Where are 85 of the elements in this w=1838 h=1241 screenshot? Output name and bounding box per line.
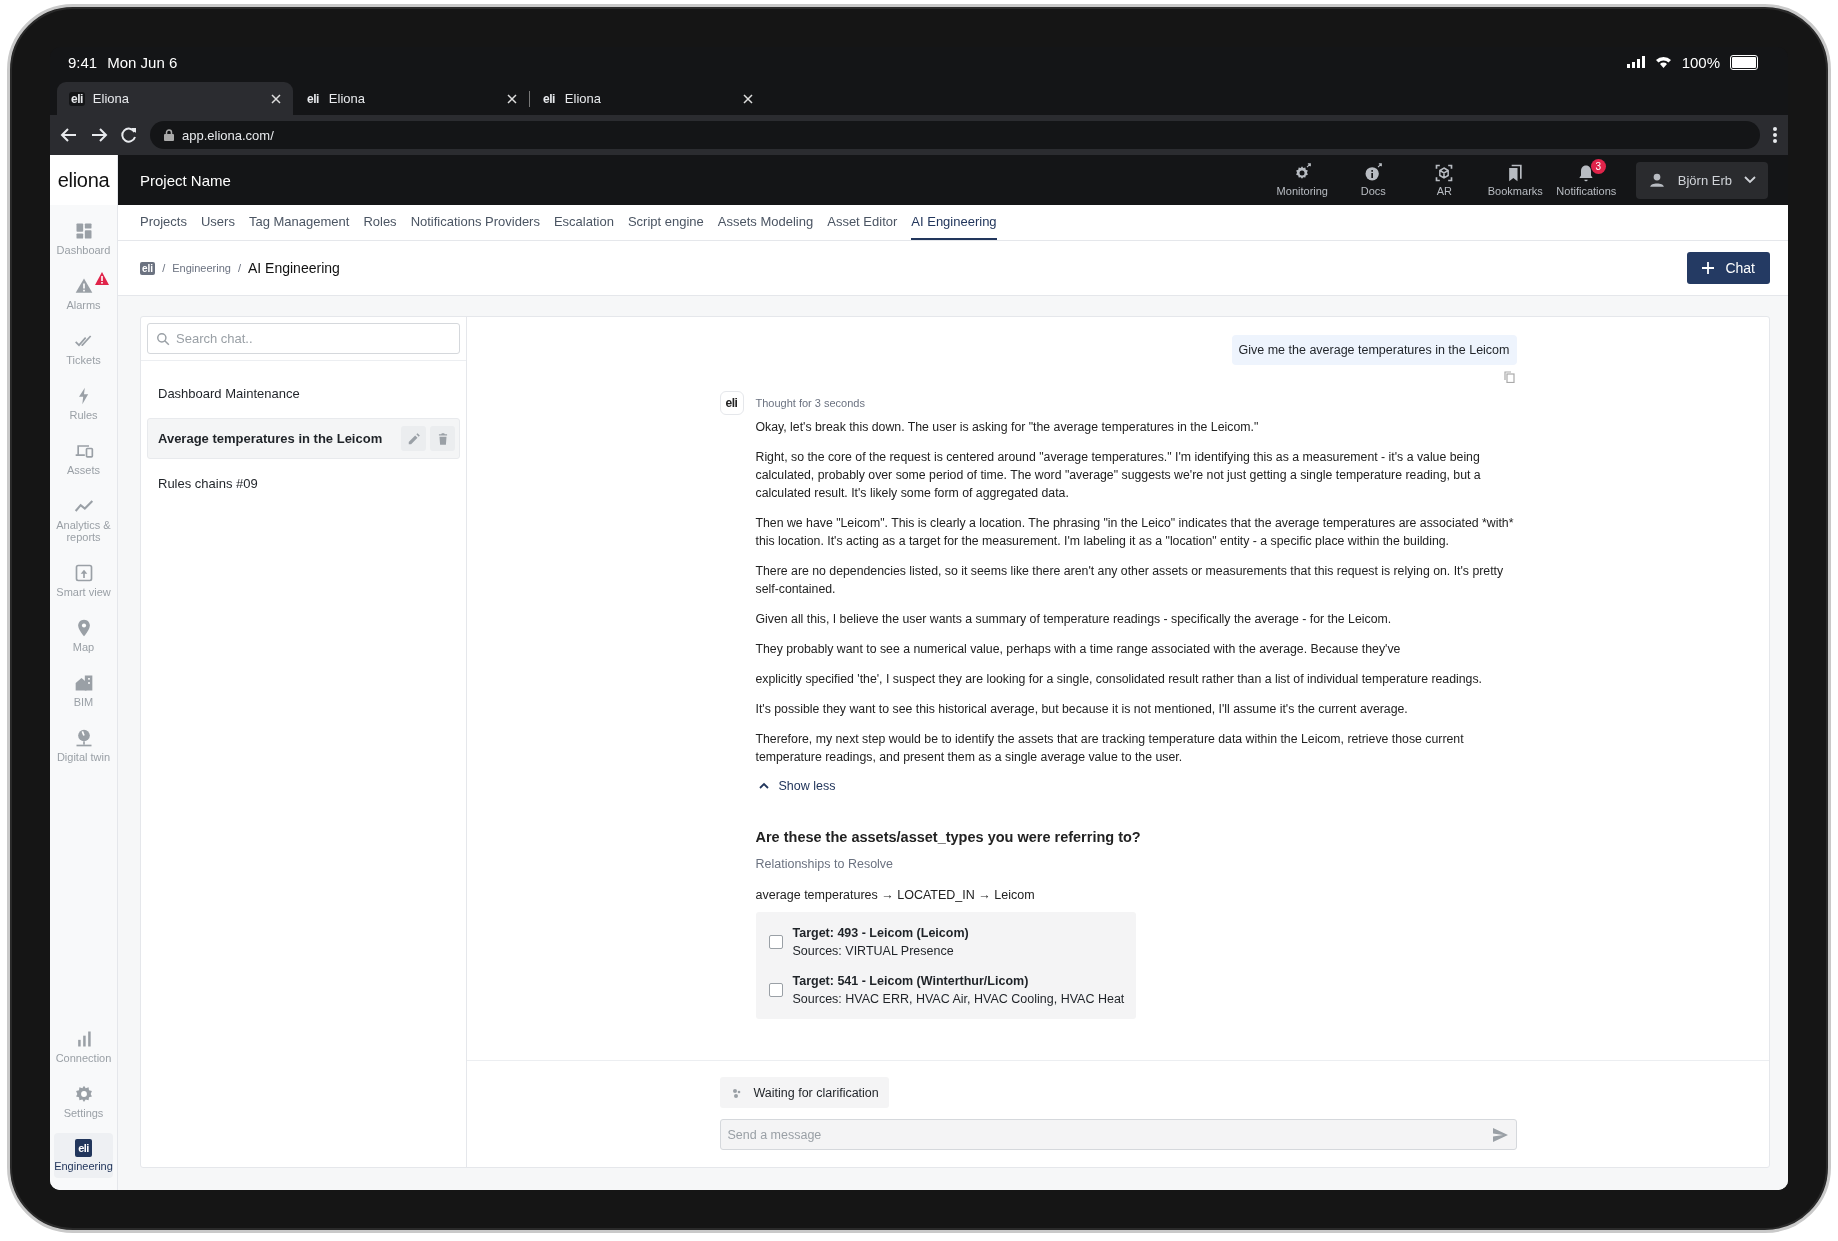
thought-paragraph: They probably want to see a numerical value, perhaps with a time range associated with the average. Because they've [755, 641, 1402, 658]
thought-paragraph: It's possible they want to see this historical average, but because it is not mentioned, I'll assume it's the current average. [755, 701, 1409, 718]
wifi-icon [1654, 56, 1672, 68]
breadcrumb-separator: / [162, 262, 166, 274]
option-title: Target: 493 - Leicom (Leicom) [792, 925, 969, 942]
option-sources: Sources: HVAC ERR, HVAC Air, HVAC Cooling, HVAC Heat [792, 991, 1125, 1008]
site-logo: eli [542, 91, 556, 106]
nav-tab[interactable]: Users [200, 205, 235, 240]
header-action[interactable]: Docs [1337, 163, 1409, 197]
site-logo: eli [306, 91, 320, 106]
breadcrumb-separator: / [237, 262, 241, 274]
back-icon[interactable] [60, 126, 78, 144]
new-chat-button[interactable]: Chat [1687, 252, 1770, 284]
show-less-link[interactable]: Show less [758, 779, 836, 793]
settings-icon [73, 1084, 94, 1104]
notification-count: 3 [1590, 159, 1606, 174]
clock-time: 9:41 [68, 53, 98, 71]
thought-paragraph: Okay, let's break this down. The user is asking for "the average temperatures in the Leicom." [755, 419, 1260, 436]
chevron-icon [758, 782, 769, 790]
nav-tab[interactable]: Notifications Providers [410, 205, 540, 240]
lock-icon [164, 129, 174, 141]
forward-icon[interactable] [90, 126, 108, 144]
assistant-avatar: eli [719, 391, 744, 415]
checkbox[interactable] [768, 983, 783, 997]
breadcrumb-link[interactable]: Engineering [172, 262, 231, 274]
home-logo[interactable]: eli [140, 261, 156, 275]
dots-icon [731, 1087, 742, 1098]
option-sources: Sources: VIRTUAL Presence [792, 943, 955, 960]
alarms-icon [73, 276, 94, 296]
nav-tab[interactable]: Escalation [553, 205, 614, 240]
address-bar[interactable]: app.eliona.com/ [150, 121, 1760, 149]
header-action[interactable]: AR [1408, 163, 1480, 197]
plus-icon [1702, 262, 1715, 274]
nav-tab[interactable]: Assets Modeling [717, 205, 814, 240]
nav-tab[interactable]: Tag Management [248, 205, 350, 240]
battery-icon [1730, 54, 1758, 70]
browser-tab[interactable]: eli Eliona [529, 82, 765, 115]
browser-tab[interactable]: eli Eliona [57, 82, 293, 115]
thought-paragraph: Then we have "Leicom". This is clearly a location. The phrasing "in the Leico" indicates that the average temperatures are associated *with* this location. It's acting as a target for the measurement. I'm labeling it as a "location" entity - a specific place within the building. [755, 515, 1515, 550]
ar-icon [1434, 163, 1455, 183]
bim-icon [73, 673, 94, 693]
question-subtitle: Relationships to Resolve [755, 857, 895, 871]
pencil-icon [406, 431, 421, 446]
checkbox[interactable] [768, 935, 783, 949]
user-message: Give me the average temperatures in the Leicom [1231, 335, 1517, 365]
site-logo: eli [69, 91, 85, 106]
close-icon[interactable] [743, 93, 753, 104]
header-action[interactable]: Monitoring [1266, 163, 1338, 197]
page-title: AI Engineering [247, 260, 340, 276]
thought-paragraph: Given all this, I believe the user wants a summary of temperature readings - specifically the average - for the Leicom. [755, 611, 1393, 628]
docs-icon [1363, 163, 1384, 183]
header-action[interactable]: Bookmarks [1479, 163, 1551, 197]
project-name: Project Name [140, 171, 232, 189]
close-icon[interactable] [271, 93, 281, 104]
chat-item[interactable]: Dashboard Maintenance [147, 373, 460, 414]
nav-tab[interactable]: Asset Editor [827, 205, 898, 240]
nav-tab[interactable]: Script engine [627, 205, 704, 240]
status-chip: Waiting for clarification [719, 1077, 889, 1108]
reload-icon[interactable] [120, 126, 138, 144]
person-icon [1647, 171, 1666, 189]
thought-paragraph: Right, so the core of the request is centered around "average temperatures." I'm identifying this as a measurement - it's a value being calculated, probably over some period of time. The word "average" suggests we're not just getting a single temperature reading, but a calculated result. It's likely some form of aggregated data. [755, 449, 1482, 502]
user-menu[interactable]: Björn Erb [1635, 161, 1768, 199]
more-icon[interactable] [1772, 126, 1778, 144]
option-title: Target: 541 - Leicom (Winterthur/Licom) [792, 973, 1030, 990]
thought-label: Thought for 3 seconds [755, 396, 866, 410]
thought-paragraph: Therefore, my next step would be to identify the assets that are tracking temperature data within the Leicom, retrieve those current temperature readings, and present them as a single average value to the user. [755, 731, 1465, 766]
relationship-text: average temperatures → LOCATED_IN → Leicom [755, 888, 1036, 902]
thought-paragraph: explicitly specified 'the', I suspect they are looking for a single, consolidated result rather than a list of individual temperature readings. [755, 671, 1483, 688]
close-icon[interactable] [507, 93, 517, 104]
chevron-down-icon [1744, 176, 1756, 184]
sidebar-item[interactable]: eli Engineering [54, 1133, 113, 1178]
thought-paragraph: There are no dependencies listed, so it seems like there aren't any other assets or measurements that this request is relying on. It's pretty self-contained. [755, 563, 1505, 598]
message-field[interactable]: Send a message [719, 1119, 1517, 1150]
signal-icon [1626, 56, 1645, 68]
question-title: Are these the assets/asset_types you were referring to? [755, 829, 1142, 845]
smartview-icon [73, 563, 94, 583]
engineering-logo: eli [75, 1139, 92, 1157]
battery-percent: 100% [1681, 53, 1720, 71]
nav-tab[interactable]: Roles [363, 205, 397, 240]
search-field[interactable]: Search chat.. [147, 323, 460, 354]
date-text: Mon Jun 6 [107, 53, 178, 71]
browser-tab[interactable]: eli Eliona [293, 82, 529, 115]
chat-item[interactable]: Rules chains #09 [147, 463, 460, 504]
search-icon [156, 332, 170, 346]
nav-tab[interactable]: Projects [140, 205, 187, 240]
